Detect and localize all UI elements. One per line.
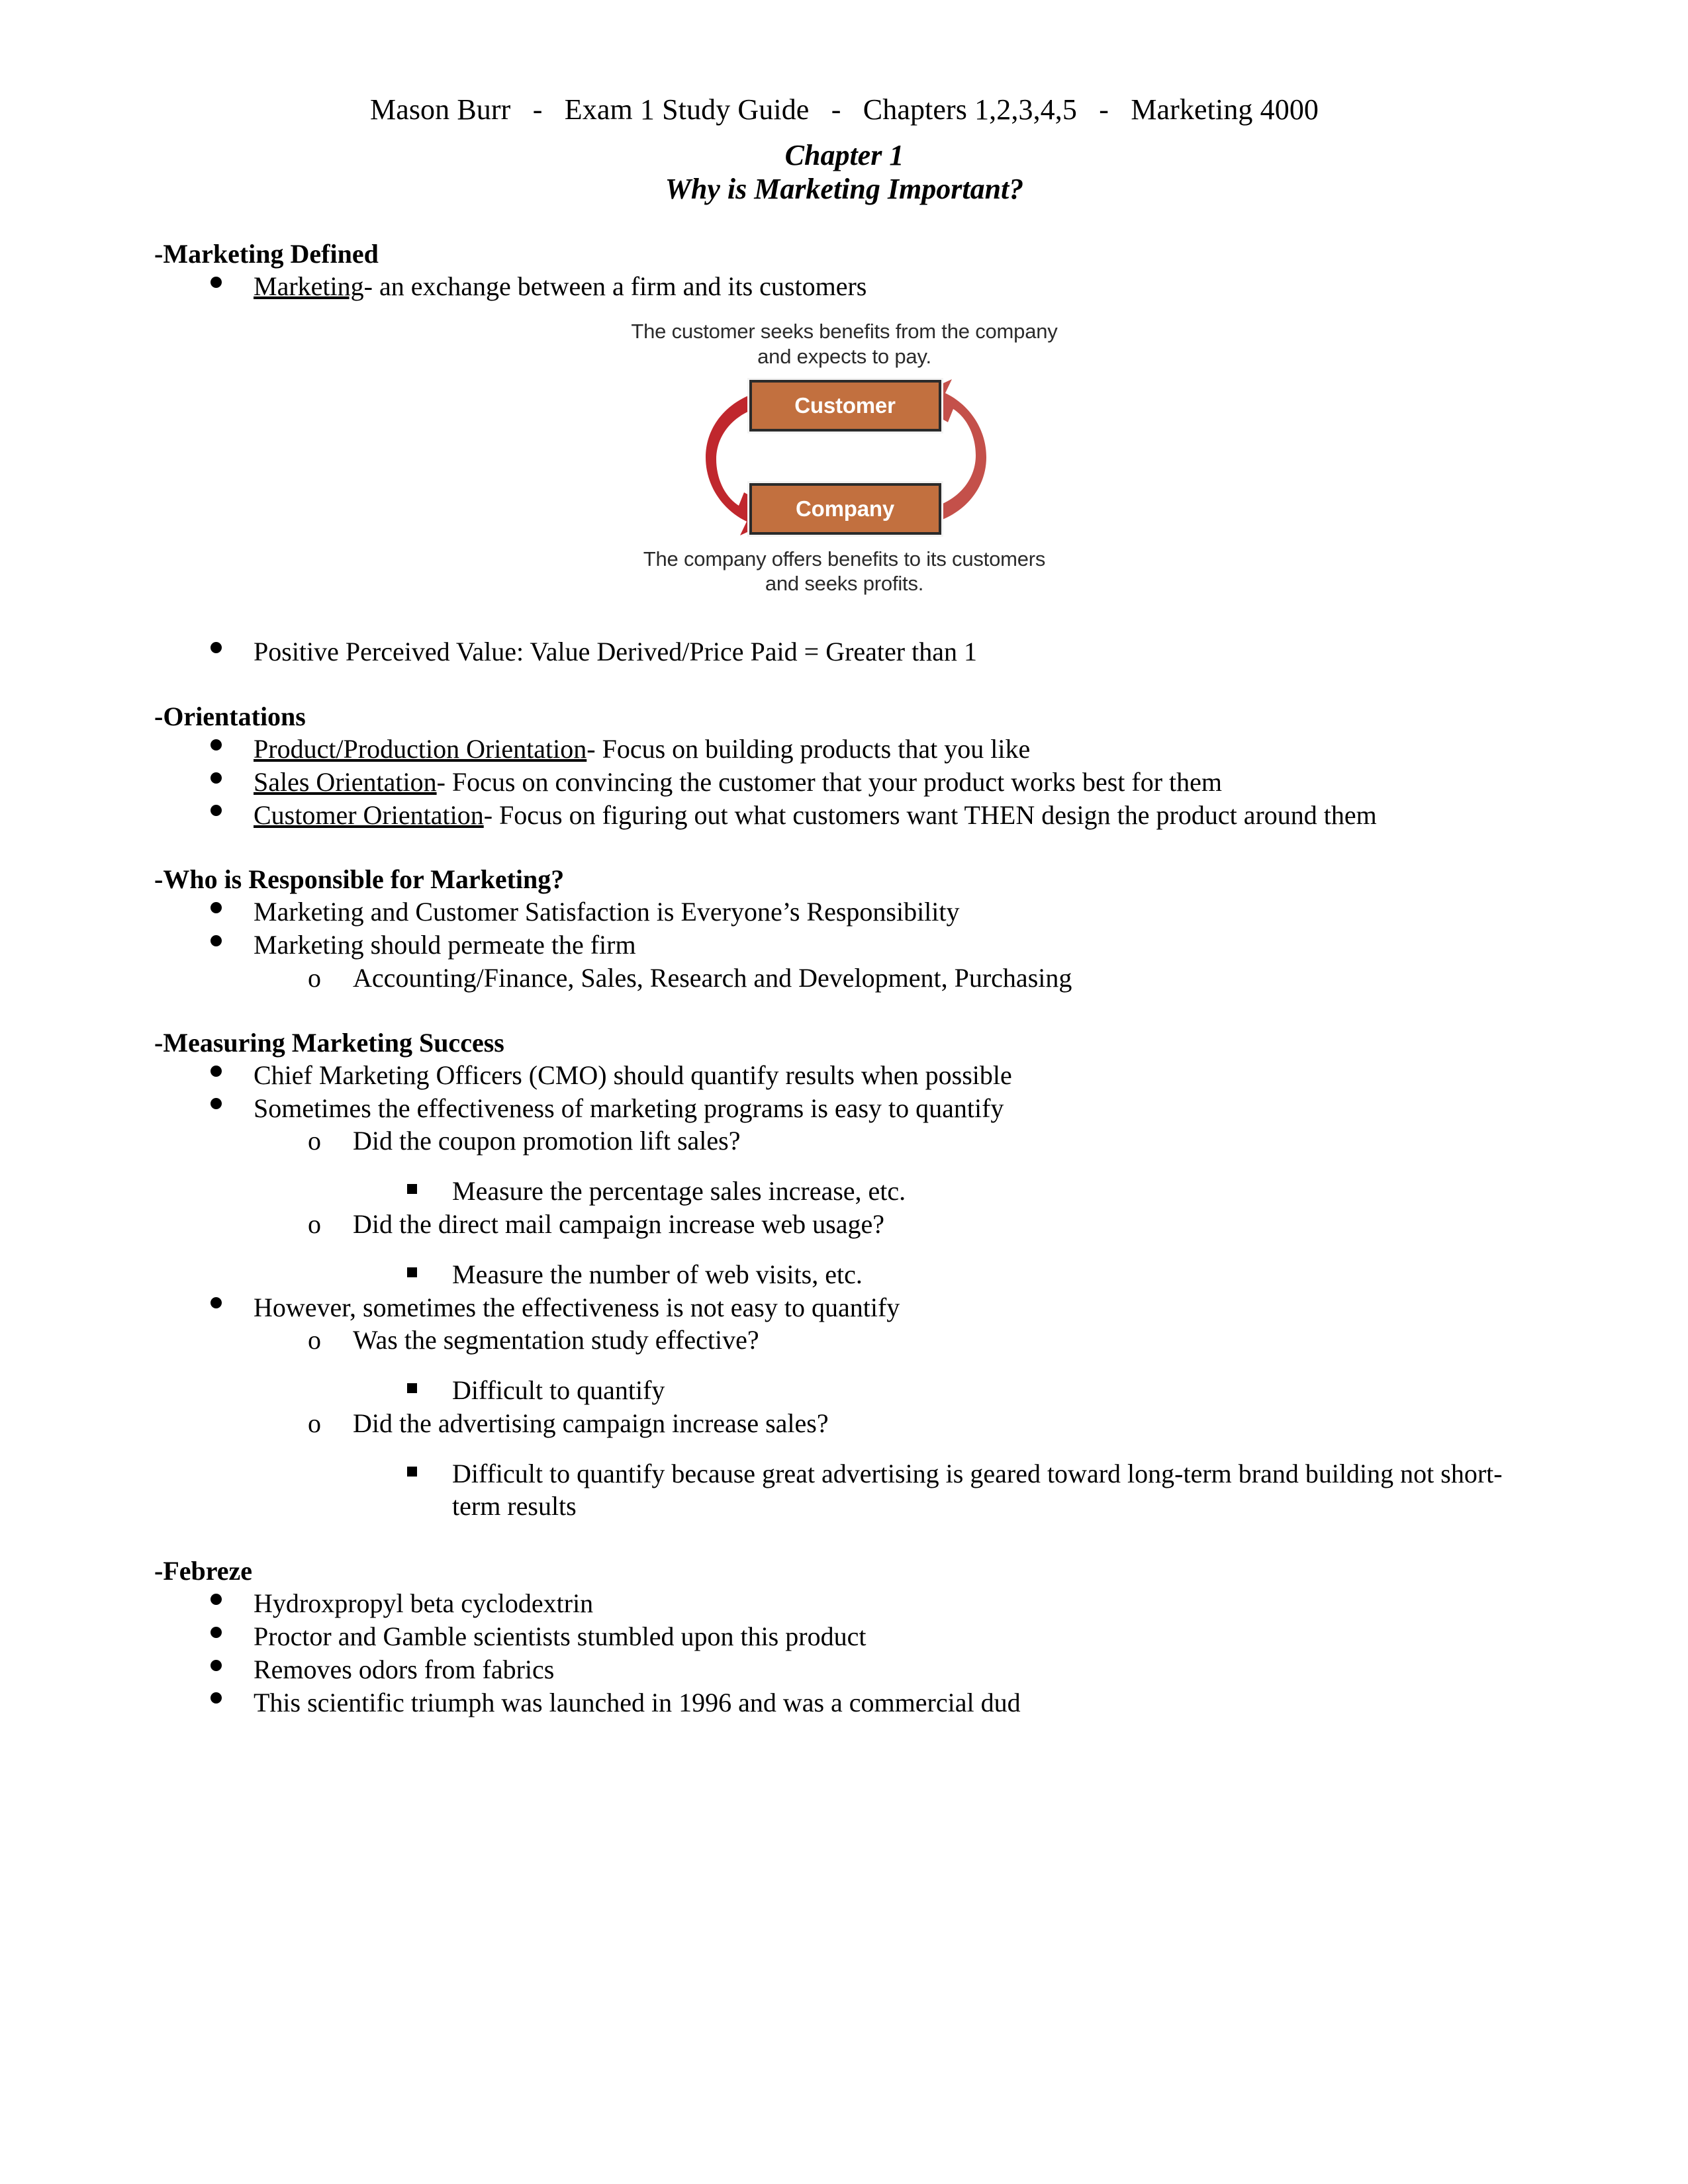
list-item: o Did the advertising campaign increase … xyxy=(154,1407,1534,1440)
responsibility-item-1: Marketing and Customer Satisfaction is E… xyxy=(254,897,960,927)
measuring-question-advertising: Did the advertising campaign increase sa… xyxy=(353,1408,829,1438)
bullet-disc-icon xyxy=(211,929,237,962)
bullet-disc-icon xyxy=(211,733,237,766)
list-item: Measure the percentage sales increase, e… xyxy=(154,1175,1534,1208)
section-heading-febreze: -Febreze xyxy=(154,1556,253,1586)
diagram-top-caption-line1: The customer seeks benefits from the com… xyxy=(631,319,1058,343)
section-heading-marketing-defined: -Marketing Defined xyxy=(154,239,379,269)
bullet-circle-icon: o xyxy=(308,1126,321,1156)
list-item: Hydroxpropyl beta cyclodextrin xyxy=(154,1587,1534,1620)
list-item: Difficult to quantify because great adve… xyxy=(154,1457,1534,1524)
list-item: Chief Marketing Officers (CMO) should qu… xyxy=(154,1059,1534,1092)
document-content: Mason Burr - Exam 1 Study Guide - Chapte… xyxy=(154,93,1534,1719)
customer-company-exchange-diagram: The customer seeks benefits from the com… xyxy=(593,303,1096,603)
measuring-answer-advertising: Difficult to quantify because great adve… xyxy=(452,1458,1503,1522)
list-item: However, sometimes the effectiveness is … xyxy=(154,1291,1534,1324)
term-customer-orientation: Customer Orientation xyxy=(254,799,484,830)
bullet-circle-icon: o xyxy=(308,1408,321,1438)
febreze-item-3: Removes odors from fabrics xyxy=(254,1654,555,1684)
diagram-top-caption-line2: and expects to pay. xyxy=(757,344,931,368)
responsibility-item-2: Marketing should permeate the firm xyxy=(254,930,636,960)
term-product-production-orientation: Product/Production Orientation xyxy=(254,733,587,764)
list-item: Marketing- an exchange between a firm an… xyxy=(154,270,1534,303)
bullet-disc-icon xyxy=(211,635,237,668)
diagram-top-caption: The customer seeks benefits from the com… xyxy=(593,319,1096,369)
list-item: o Did the direct mail campaign increase … xyxy=(154,1208,1534,1241)
measuring-answer-direct-mail: Measure the number of web visits, etc. xyxy=(452,1259,863,1289)
responsibility-sub-item: Accounting/Finance, Sales, Research and … xyxy=(353,962,1072,993)
bullet-disc-icon xyxy=(211,270,237,303)
measuring-answer-coupon: Measure the percentage sales increase, e… xyxy=(452,1176,906,1206)
bullet-disc-icon xyxy=(211,1059,237,1092)
list-item: Sales Orientation- Focus on convincing t… xyxy=(154,766,1534,799)
bullet-disc-icon xyxy=(211,766,237,799)
bullet-square-icon xyxy=(407,1374,434,1407)
study-guide-page: Mason Burr - Exam 1 Study Guide - Chapte… xyxy=(0,0,1688,2184)
diagram-node-company-label: Company xyxy=(796,496,894,521)
bullet-circle-icon: o xyxy=(308,1208,321,1239)
diagram-node-customer: Customer xyxy=(747,377,943,433)
bullet-circle-icon: o xyxy=(308,962,321,993)
bullet-square-icon xyxy=(407,1258,434,1291)
section-heading-measuring-marketing-success: -Measuring Marketing Success xyxy=(154,1027,504,1058)
measuring-item-easy: Sometimes the effectiveness of marketing… xyxy=(254,1093,1004,1123)
list-item: Removes odors from fabrics xyxy=(154,1653,1534,1686)
bullet-disc-icon xyxy=(211,895,237,929)
section-heading-orientations: -Orientations xyxy=(154,701,306,731)
bullet-disc-icon xyxy=(211,1653,237,1686)
diagram-node-company: Company xyxy=(747,480,943,537)
bullet-disc-icon xyxy=(211,799,237,832)
definition-product-production-orientation: - Focus on building products that you li… xyxy=(586,733,1031,764)
list-item: This scientific triumph was launched in … xyxy=(154,1686,1534,1719)
list-item: Customer Orientation- Focus on figuring … xyxy=(154,799,1534,832)
list-item: Marketing should permeate the firm xyxy=(154,929,1534,962)
diagram-bottom-caption-line2: and seeks profits. xyxy=(765,572,924,596)
chapter-title: Chapter 1 xyxy=(784,139,904,172)
list-item: Positive Perceived Value: Value Derived/… xyxy=(154,635,1534,668)
list-item: Product/Production Orientation- Focus on… xyxy=(154,733,1534,766)
list-item: Sometimes the effectiveness of marketing… xyxy=(154,1092,1534,1125)
febreze-item-1: Hydroxpropyl beta cyclodextrin xyxy=(254,1588,594,1619)
list-item: o Did the coupon promotion lift sales? xyxy=(154,1124,1534,1158)
chapter-subtitle: Why is Marketing Important? xyxy=(665,173,1024,206)
measuring-item-not-easy: However, sometimes the effectiveness is … xyxy=(254,1292,900,1322)
term-marketing: Marketing xyxy=(254,271,364,302)
list-item: Measure the number of web visits, etc. xyxy=(154,1258,1534,1291)
list-item: Marketing and Customer Satisfaction is E… xyxy=(154,895,1534,929)
bullet-disc-icon xyxy=(211,1686,237,1719)
list-item: Difficult to quantify xyxy=(154,1374,1534,1407)
febreze-item-2: Proctor and Gamble scientists stumbled u… xyxy=(254,1621,867,1652)
bullet-disc-icon xyxy=(211,1620,237,1653)
bullet-disc-icon xyxy=(211,1291,237,1324)
section-heading-who-is-responsible: -Who is Responsible for Marketing? xyxy=(154,864,565,895)
bullet-square-icon xyxy=(407,1457,434,1490)
measuring-question-segmentation: Was the segmentation study effective? xyxy=(353,1325,759,1355)
diagram-bottom-caption-line1: The company offers benefits to its custo… xyxy=(643,547,1046,570)
febreze-item-4: This scientific triumph was launched in … xyxy=(254,1687,1021,1717)
bullet-square-icon xyxy=(407,1175,434,1208)
definition-customer-orientation: - Focus on figuring out what customers w… xyxy=(483,799,1377,830)
diagram-body: Customer Company xyxy=(593,375,1096,540)
list-item: o Was the segmentation study effective? xyxy=(154,1324,1534,1357)
definition-sales-orientation: - Focus on convincing the customer that … xyxy=(436,766,1223,797)
term-sales-orientation: Sales Orientation xyxy=(254,766,437,797)
document-header-line: Mason Burr - Exam 1 Study Guide - Chapte… xyxy=(369,93,1319,126)
definition-marketing: - an exchange between a firm and its cus… xyxy=(363,271,867,302)
measuring-answer-segmentation: Difficult to quantify xyxy=(452,1375,665,1406)
diagram-bottom-caption: The company offers benefits to its custo… xyxy=(593,547,1096,597)
measuring-question-coupon: Did the coupon promotion lift sales? xyxy=(353,1126,741,1156)
diagram-node-customer-label: Customer xyxy=(794,392,896,418)
measuring-question-direct-mail: Did the direct mail campaign increase we… xyxy=(353,1208,884,1239)
bullet-disc-icon xyxy=(211,1587,237,1620)
positive-perceived-value-text: Positive Perceived Value: Value Derived/… xyxy=(254,637,977,667)
list-item: Proctor and Gamble scientists stumbled u… xyxy=(154,1620,1534,1653)
measuring-item-cmo: Chief Marketing Officers (CMO) should qu… xyxy=(254,1060,1012,1090)
bullet-circle-icon: o xyxy=(308,1325,321,1355)
list-item: o Accounting/Finance, Sales, Research an… xyxy=(154,962,1534,995)
bullet-disc-icon xyxy=(211,1092,237,1125)
